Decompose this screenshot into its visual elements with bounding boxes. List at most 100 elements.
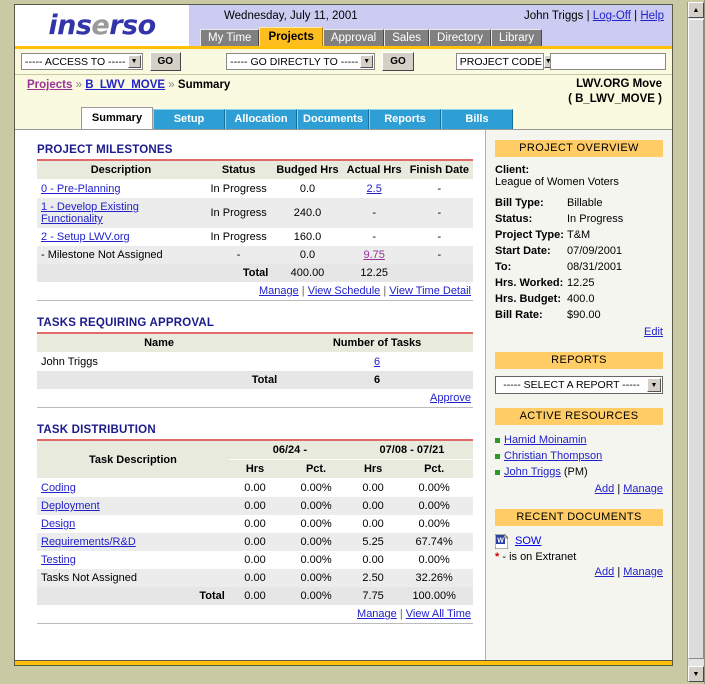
manage-tasks-link[interactable]: Manage — [357, 608, 397, 620]
go-directly-to-go-button[interactable]: GO — [382, 52, 414, 71]
header-right: Wednesday, July 11, 2001 John Triggs | L… — [189, 5, 672, 48]
subtab-setup[interactable]: Setup — [153, 109, 225, 129]
task-count-link[interactable]: 6 — [374, 356, 380, 368]
table-row: Design 0.00 0.00% 0.00 0.00% — [37, 515, 473, 533]
approval-actions: Approve — [37, 389, 473, 408]
overview-field-hrs-budget: Hrs. Budget: 400.0 — [495, 291, 663, 307]
milestone-link[interactable]: 2 - Setup LWV.org — [41, 231, 130, 243]
manage-milestones-link[interactable]: Manage — [259, 285, 299, 297]
scroll-down-button[interactable]: ▼ — [688, 666, 704, 682]
scrollbar-thumb[interactable] — [688, 19, 704, 659]
col-finish-date: Finish Date — [405, 159, 473, 180]
search-button[interactable]: SEARCH — [671, 51, 672, 72]
table-row: - Milestone Not Assigned - 0.0 9.75 - — [37, 246, 473, 264]
help-link[interactable]: Help — [640, 10, 664, 22]
add-document-link[interactable]: Add — [595, 566, 615, 578]
col-number-of-tasks: Number of Tasks — [281, 332, 473, 353]
milestone-finish: - — [405, 198, 473, 228]
search-input[interactable] — [549, 53, 666, 70]
milestone-actual-link[interactable]: 9.75 — [363, 249, 384, 261]
task-link[interactable]: Design — [41, 518, 75, 530]
approver-task-count: 6 — [281, 353, 473, 372]
task-link[interactable]: Testing — [41, 554, 76, 566]
resource-role: (PM) — [563, 466, 588, 478]
task-p1-hrs: 0.00 — [244, 554, 266, 566]
milestone-description: - Milestone Not Assigned — [37, 246, 205, 264]
breadcrumb-row: Projects » B_LWV_MOVE » Summary LWV.ORG … — [15, 75, 672, 109]
resource-link[interactable]: John Triggs — [504, 464, 561, 480]
col-period-1-pct: Pct. — [281, 459, 351, 479]
resource-link[interactable]: Christian Thompson — [504, 448, 602, 464]
report-select-value: ----- SELECT A REPORT ----- — [503, 379, 640, 391]
list-item: John Triggs (PM) — [495, 464, 663, 480]
approve-link[interactable]: Approve — [430, 392, 471, 404]
vertical-scrollbar[interactable]: ▲ ▼ — [687, 2, 704, 682]
task-p2-pct: 67.74% — [395, 533, 473, 551]
distribution-table: Task Description 06/24 - 07/08 - 07/21 H… — [37, 439, 473, 605]
client-label: Client: — [495, 164, 530, 176]
table-header-row: Task Description 06/24 - 07/08 - 07/21 — [37, 439, 473, 479]
milestone-link[interactable]: 1 - Develop Existing Functionality — [41, 201, 139, 225]
milestone-status: In Progress — [210, 183, 267, 195]
task-p2-pct: 0.00% — [418, 518, 450, 530]
edit-project-link[interactable]: Edit — [644, 326, 663, 338]
page-body: PROJECT MILESTONES Description Status Bu… — [15, 129, 672, 660]
log-off-link[interactable]: Log-Off — [593, 10, 631, 22]
subtab-bills[interactable]: Bills — [441, 109, 513, 129]
report-select[interactable]: ----- SELECT A REPORT ----- ▼ — [495, 376, 663, 394]
field-value: In Progress — [567, 213, 624, 225]
subtab-reports[interactable]: Reports — [369, 109, 441, 129]
sub-tabs: Summary Setup Allocation Documents Repor… — [15, 107, 672, 129]
add-resource-link[interactable]: Add — [595, 483, 615, 495]
resources-actions: Add | Manage — [495, 480, 663, 495]
panel-title: ACTIVE RESOURCES — [495, 408, 663, 425]
bullet-icon — [495, 437, 500, 443]
panel-title: REPORTS — [495, 352, 663, 369]
table-row: 1 - Develop Existing Functionality In Pr… — [37, 198, 473, 228]
col-budged-hrs: Budged Hrs — [272, 159, 343, 180]
table-row: 0 - Pre-Planning In Progress 0.0 2.5 - — [37, 180, 473, 199]
task-p1-pct: 0.00% — [300, 518, 332, 530]
table-row: Tasks Not Assigned 0.00 0.00% 2.50 32.26… — [37, 569, 473, 587]
task-link[interactable]: Coding — [41, 482, 76, 494]
chevron-down-icon: ▼ — [360, 55, 374, 68]
table-header-row: Description Status Budged Hrs Actual Hrs… — [37, 159, 473, 180]
access-to-go-button[interactable]: GO — [149, 52, 182, 71]
total-label: Total — [37, 587, 229, 605]
manage-resources-link[interactable]: Manage — [623, 483, 663, 495]
manage-documents-link[interactable]: Manage — [623, 566, 663, 578]
subtab-documents[interactable]: Documents — [297, 109, 369, 129]
search-scope-select[interactable]: PROJECT CODE ▼ — [455, 53, 553, 70]
total-budget: 400.00 — [272, 264, 343, 282]
view-all-time-link[interactable]: View All Time — [406, 608, 471, 620]
subtab-allocation[interactable]: Allocation — [225, 109, 297, 129]
view-schedule-link[interactable]: View Schedule — [308, 285, 381, 297]
asterisk-icon: * — [495, 551, 500, 563]
go-directly-to-value: ----- GO DIRECTLY TO ----- — [230, 55, 359, 68]
project-milestones-section: PROJECT MILESTONES Description Status Bu… — [37, 144, 473, 301]
tab-projects[interactable]: Projects — [259, 27, 323, 48]
breadcrumb-projects-link[interactable]: Projects — [27, 79, 72, 91]
access-to-select[interactable]: ----- ACCESS TO ----- ▼ — [21, 53, 143, 70]
task-name: Tasks Not Assigned — [37, 569, 229, 587]
view-time-detail-link[interactable]: View Time Detail — [389, 285, 471, 297]
task-link[interactable]: Deployment — [41, 500, 100, 512]
milestone-actual-link[interactable]: 2.5 — [367, 183, 382, 195]
col-description: Description — [37, 159, 205, 180]
go-directly-to-select[interactable]: ----- GO DIRECTLY TO ----- ▼ — [226, 53, 376, 70]
subtab-summary[interactable]: Summary — [81, 107, 153, 129]
milestone-finish: - — [437, 231, 442, 243]
breadcrumb-project-link[interactable]: B_LWV_MOVE — [85, 79, 165, 91]
task-link[interactable]: Requirements/R&D — [41, 536, 136, 548]
resource-link[interactable]: Hamid Moinamin — [504, 432, 587, 448]
task-name: Coding — [37, 479, 229, 498]
document-link[interactable]: SOW — [515, 533, 541, 549]
project-code: ( B_LWV_MOVE ) — [568, 93, 662, 105]
word-document-icon: W — [494, 532, 509, 549]
task-name: Design — [37, 515, 229, 533]
footer-accent-bar — [15, 660, 672, 665]
milestone-link[interactable]: 0 - Pre-Planning — [41, 183, 121, 195]
milestone-status: - — [204, 246, 273, 264]
scroll-up-button[interactable]: ▲ — [688, 2, 704, 18]
breadcrumb-current: Summary — [177, 79, 231, 91]
